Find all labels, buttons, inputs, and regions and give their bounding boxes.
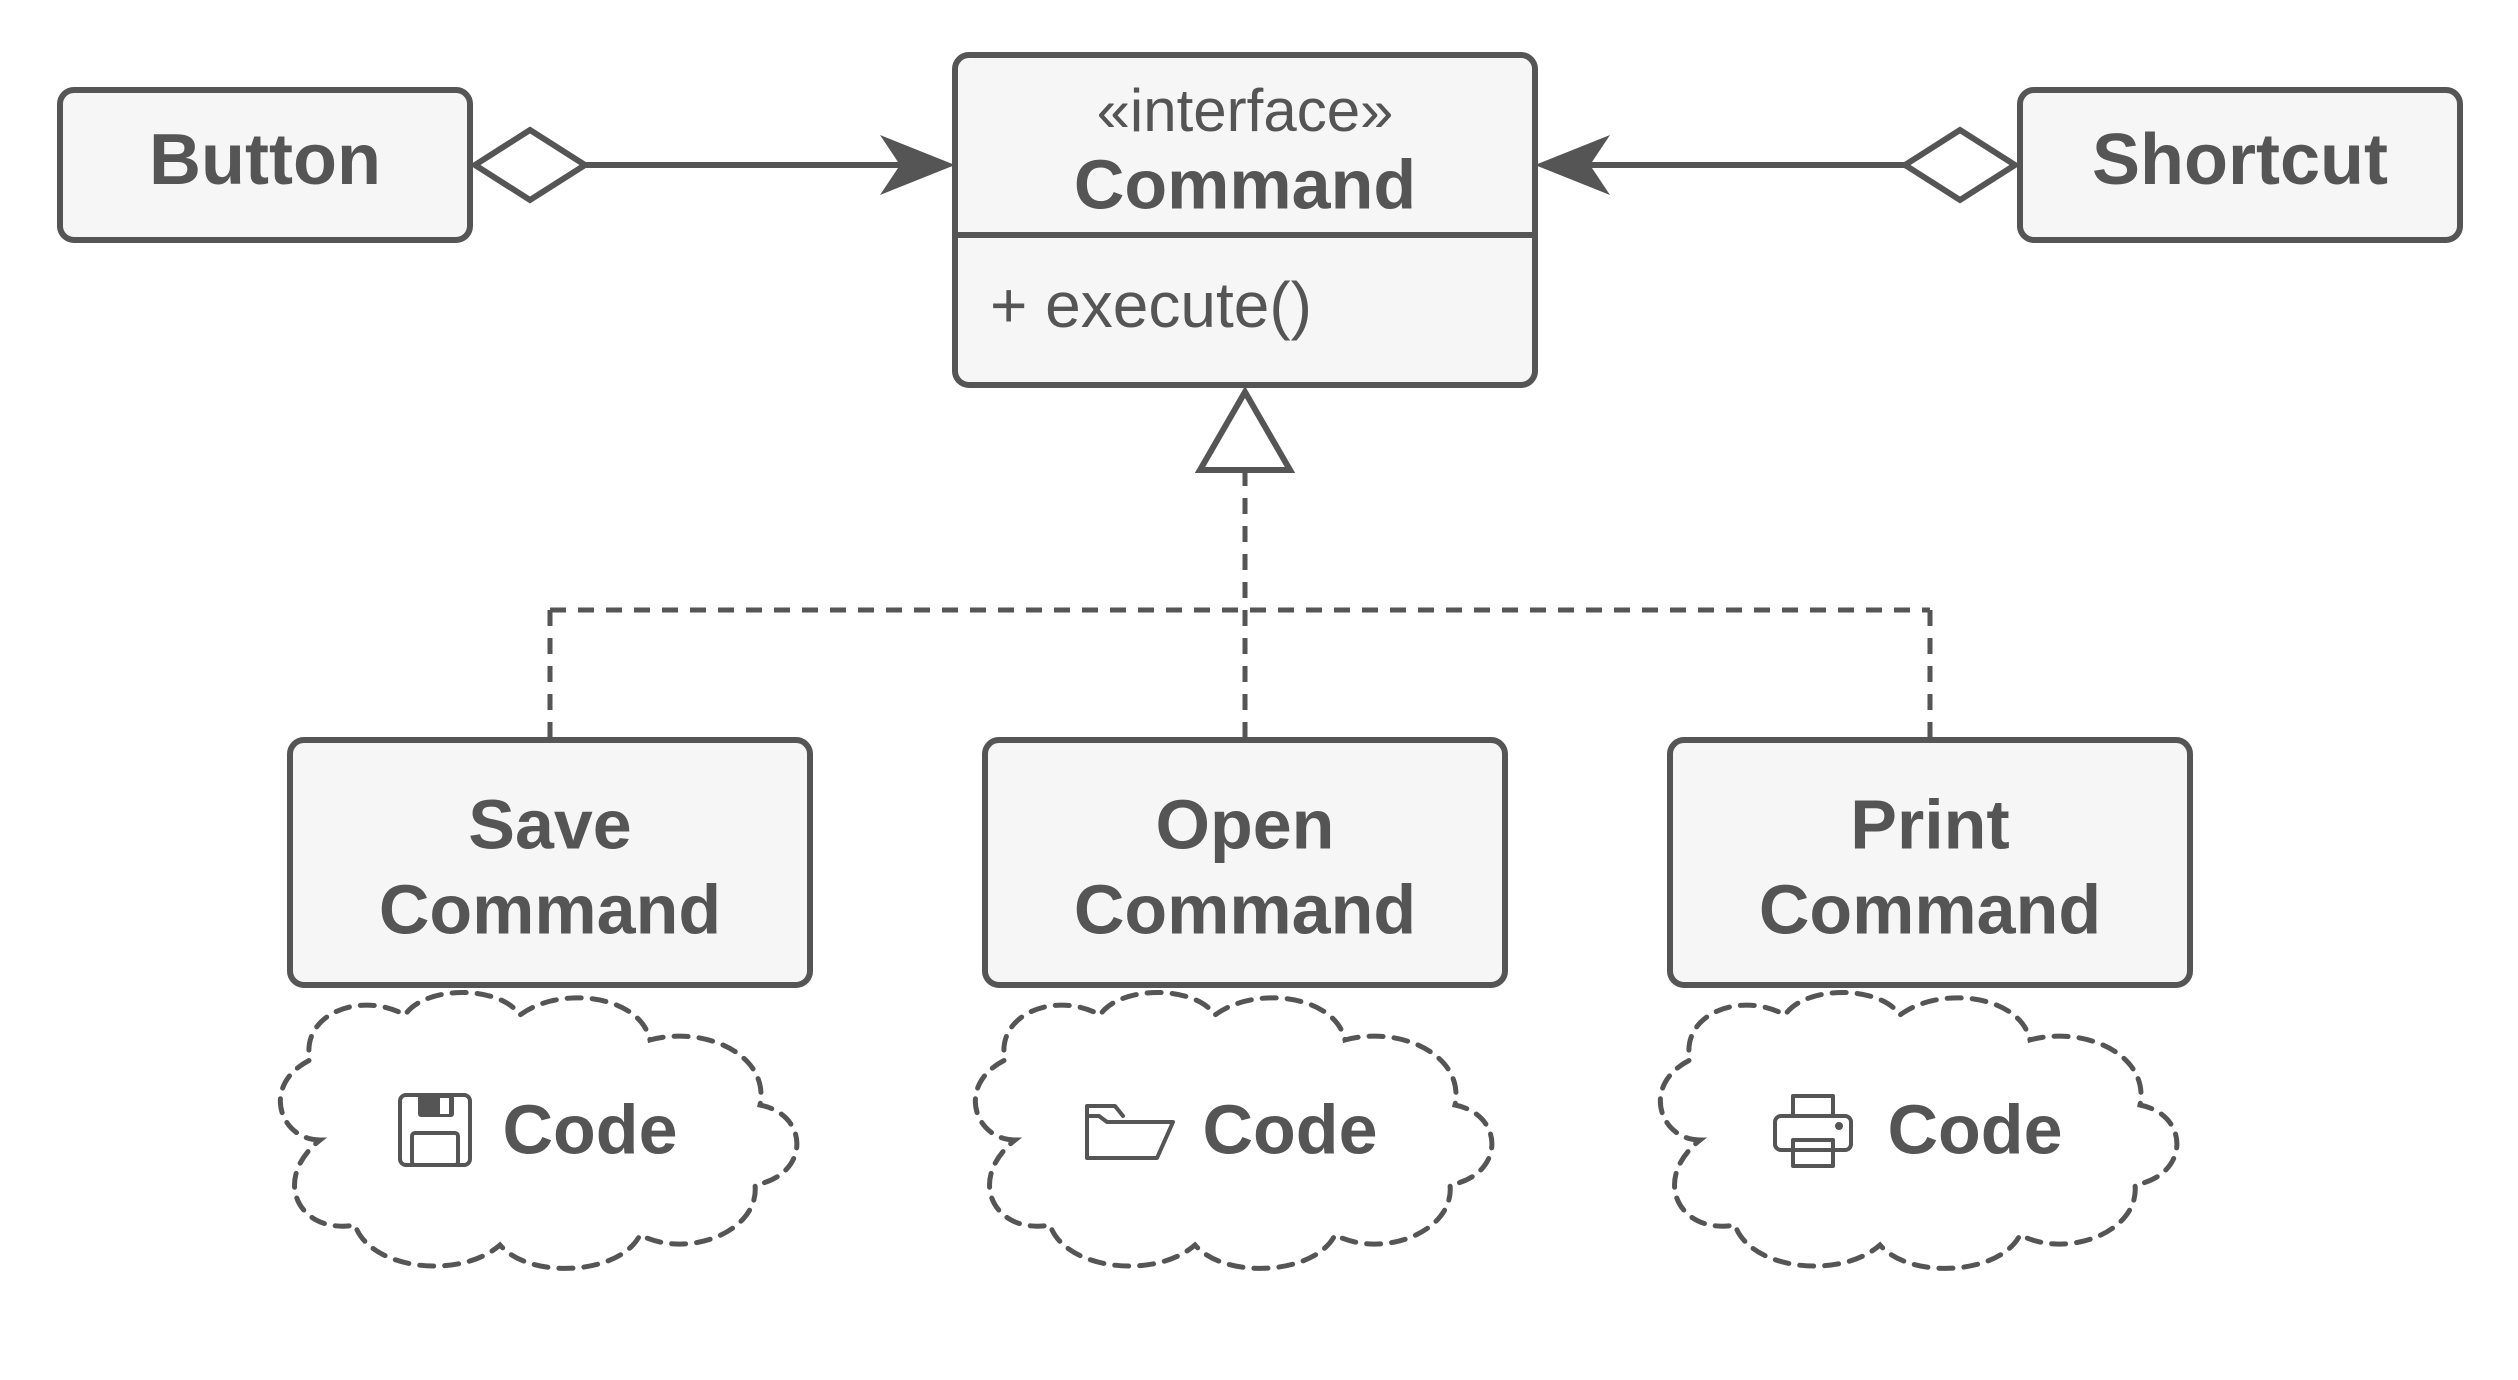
code-cloud-open-label: Code (1203, 1090, 1378, 1168)
code-cloud-print: Code (1660, 993, 2177, 1269)
class-button: Button (60, 90, 470, 240)
interface-name: Command (1074, 145, 1416, 223)
class-button-label: Button (149, 120, 381, 200)
class-open-command-line2: Command (1074, 870, 1416, 948)
interface-method-0: + execute() (990, 269, 1312, 341)
aggregation-button-command (475, 130, 955, 200)
code-cloud-print-label: Code (1888, 1090, 2063, 1168)
uml-diagram: Button Shortcut «interface» Command + ex… (0, 0, 2518, 1380)
class-save-command-line1: Save (468, 785, 631, 863)
class-open-command: Open Command (985, 740, 1505, 985)
code-cloud-save-label: Code (503, 1090, 678, 1168)
class-shortcut: Shortcut (2020, 90, 2460, 240)
class-print-command-line2: Command (1759, 870, 2101, 948)
interface-command: «interface» Command + execute() (955, 55, 1535, 385)
class-save-command: Save Command (290, 740, 810, 985)
class-open-command-line1: Open (1156, 785, 1335, 863)
class-print-command: Print Command (1670, 740, 2190, 985)
code-cloud-save: Code (280, 993, 797, 1269)
class-shortcut-label: Shortcut (2092, 120, 2388, 200)
interface-stereotype: «interface» (1097, 77, 1394, 144)
code-cloud-open: Code (975, 993, 1492, 1269)
class-save-command-line2: Command (379, 870, 721, 948)
aggregation-shortcut-command (1535, 130, 2015, 200)
realization-tree (550, 392, 1930, 740)
class-print-command-line1: Print (1850, 785, 2009, 863)
